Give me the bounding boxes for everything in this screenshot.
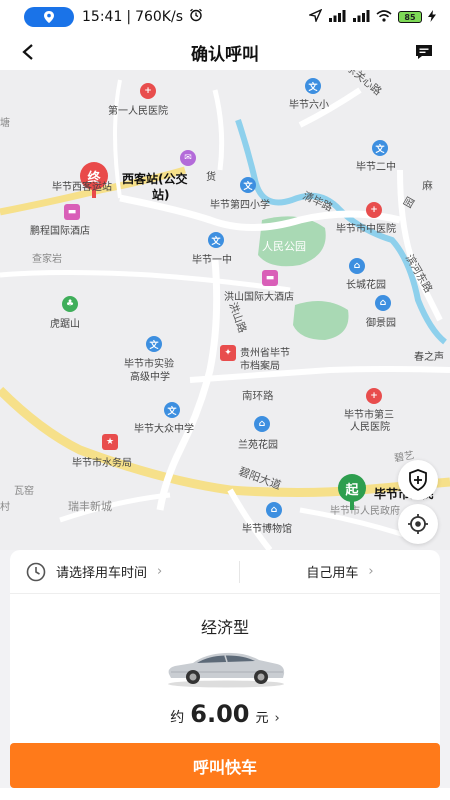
- top-bar: 确认呼叫: [0, 34, 450, 70]
- school-icon: 文: [208, 232, 224, 248]
- network-speed: 760K/s: [135, 9, 183, 25]
- government-icon: ✦: [220, 345, 236, 361]
- hotel-icon: ▬: [64, 204, 80, 220]
- school-icon: 文: [305, 78, 321, 94]
- battery-icon: 85: [398, 11, 422, 23]
- map-label: 查家岩: [32, 254, 62, 265]
- start-pin-head: 起: [338, 474, 366, 502]
- residential-icon: ⌂: [254, 416, 270, 432]
- map-label: 村: [0, 502, 10, 513]
- back-arrow-icon: [22, 44, 33, 60]
- residential-icon: ⌂: [349, 258, 365, 274]
- museum-icon: ⌂: [266, 502, 282, 518]
- map-view[interactable]: 塘 + 第一人民医院 文 毕节六小 东关心路 文 毕节二中 ✉ 货 终 毕节西客…: [0, 70, 450, 550]
- chevron-right-icon: ›: [157, 564, 163, 579]
- start-pin[interactable]: 起: [338, 474, 368, 512]
- price-value: 6.00: [190, 700, 250, 728]
- map-label: 兰苑花园: [238, 440, 278, 451]
- government-icon: ★: [102, 434, 118, 450]
- map-label: 货: [206, 172, 216, 183]
- map-label: 毕节博物馆: [242, 524, 292, 535]
- options-row: 请选择用车时间 › 自己用车 ›: [10, 550, 440, 594]
- bottom-bar: [0, 788, 450, 800]
- status-divider: |: [126, 9, 132, 25]
- signal-icon-1: [328, 9, 346, 25]
- map-label: 毕节第四小学: [210, 200, 270, 211]
- map-label: 毕节市中医院: [336, 224, 396, 235]
- call-ride-button[interactable]: 呼叫快车: [10, 743, 440, 788]
- map-label: 毕节大众中学: [134, 424, 194, 435]
- gps-icon: [307, 8, 323, 25]
- map-label: 鹏程国际酒店: [30, 226, 90, 237]
- map-label: 毕节市水务局: [72, 458, 132, 469]
- back-button[interactable]: [14, 38, 42, 66]
- charging-icon: [428, 9, 436, 25]
- map-label: 市档案局: [240, 361, 280, 372]
- message-button[interactable]: [412, 40, 436, 64]
- residential-icon: ⌂: [375, 295, 391, 311]
- locate-button[interactable]: [398, 504, 438, 544]
- hospital-icon: +: [140, 83, 156, 99]
- shield-icon: [409, 469, 427, 491]
- map-label: 高级中学: [130, 372, 170, 383]
- locate-icon: [408, 514, 428, 534]
- chevron-right-icon: ›: [274, 711, 280, 726]
- signal-icon-2: [352, 9, 370, 25]
- park-icon: ♣: [62, 296, 78, 312]
- price-row[interactable]: 约 6.00 元 ›: [10, 700, 440, 728]
- battery-level: 85: [404, 12, 416, 22]
- map-label: 人民医院: [350, 422, 390, 433]
- map-label: 第一人民医院: [108, 106, 168, 117]
- message-icon: [416, 45, 432, 59]
- alarm-icon: [189, 8, 203, 26]
- hospital-icon: +: [366, 202, 382, 218]
- map-label: 瓦窑: [14, 486, 34, 497]
- schedule-time-label: 请选择用车时间: [56, 566, 148, 581]
- road-label: 麻: [421, 180, 433, 191]
- map-label: 毕节西客运站: [52, 182, 112, 193]
- passenger-label: 自己用车: [306, 566, 359, 581]
- map-label: 瑞丰新城: [68, 500, 112, 513]
- park-label: 人民公园: [262, 240, 306, 253]
- price-prefix: 约: [170, 710, 185, 726]
- map-label: 春之声: [414, 352, 444, 363]
- destination-label-2: 站): [152, 188, 170, 202]
- schedule-time-option[interactable]: 请选择用车时间 ›: [10, 562, 239, 582]
- hotel-icon: ▬: [262, 270, 278, 286]
- school-icon: 文: [146, 336, 162, 352]
- map-label: 长城花园: [346, 280, 386, 291]
- status-time: 15:41: [82, 9, 123, 25]
- location-indicator-icon: [24, 7, 74, 27]
- chevron-right-icon: ›: [368, 564, 374, 579]
- school-icon: 文: [240, 177, 256, 193]
- price-unit: 元: [255, 711, 269, 726]
- hospital-icon: +: [366, 388, 382, 404]
- school-icon: 文: [372, 140, 388, 156]
- school-icon: 文: [164, 402, 180, 418]
- clock-icon: [26, 562, 46, 581]
- safety-button[interactable]: [398, 460, 438, 500]
- post-office-icon: ✉: [180, 150, 196, 166]
- destination-label: 西客站(公交: [122, 172, 188, 186]
- road-label: 南环路: [242, 390, 274, 402]
- wifi-icon: [376, 9, 392, 25]
- passenger-option[interactable]: 自己用车 ›: [240, 562, 440, 581]
- map-label: 虎踞山: [50, 319, 80, 330]
- map-label: 毕节六小: [289, 100, 329, 111]
- status-bar: 15:41 | 760K/s 85: [0, 0, 450, 34]
- map-label: 毕节一中: [192, 255, 232, 266]
- map-label: 毕节二中: [356, 162, 396, 173]
- car-image-icon[interactable]: [163, 646, 289, 688]
- map-label: 塘: [0, 118, 10, 129]
- page-title: 确认呼叫: [191, 44, 259, 65]
- map-label: 御景园: [366, 318, 396, 329]
- car-type-label: 经济型: [200, 618, 249, 637]
